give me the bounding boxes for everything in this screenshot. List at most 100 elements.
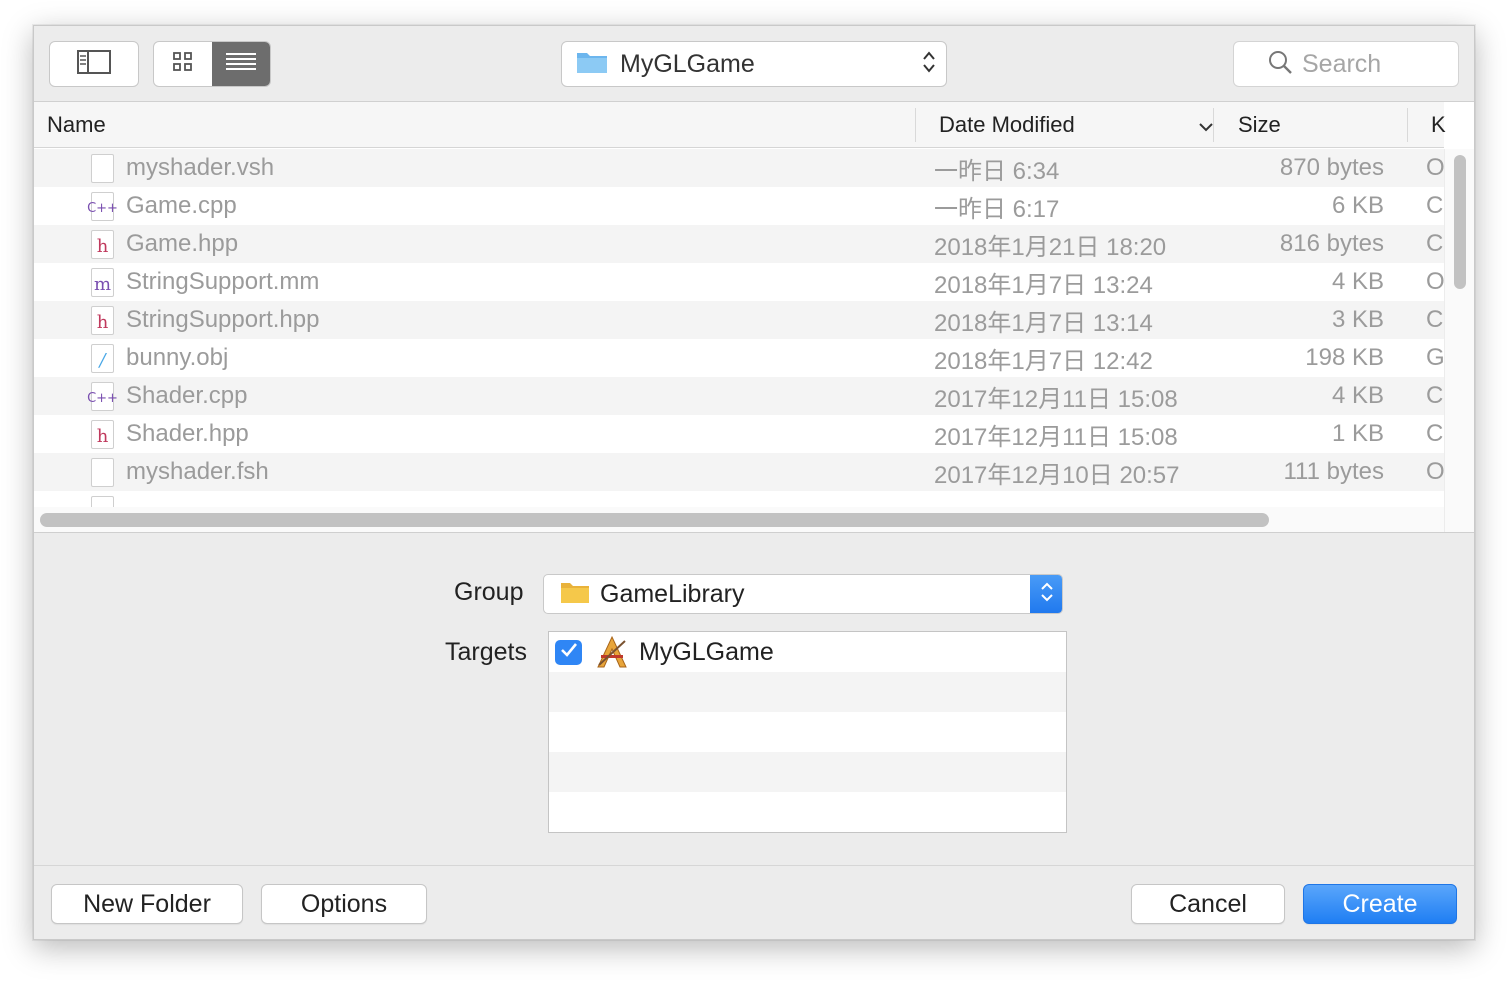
file-name: Shader.cpp — [126, 382, 248, 409]
file-name: StringSupport.hpp — [126, 306, 320, 333]
file-size: 1 KB — [1331, 420, 1384, 447]
file-list: myshader.vsh 一昨日 6:34 870 bytes O C++ Ga… — [34, 149, 1444, 507]
file-row[interactable]: h Shader.hpp 2017年12月11日 15:08 1 KB C — [34, 415, 1444, 453]
new-folder-button[interactable]: New Folder — [51, 884, 243, 924]
file-row[interactable]: myshader.fsh 2017年12月10日 20:57 111 bytes… — [34, 453, 1444, 491]
location-popup[interactable]: MyGLGame — [561, 41, 947, 87]
header-file-icon: h — [91, 306, 114, 335]
target-row-empty — [549, 712, 1066, 752]
blank-document-icon — [91, 458, 114, 487]
column-name[interactable]: Name — [47, 102, 106, 148]
column-header: Name Date Modified Size K — [34, 102, 1446, 148]
group-label: Group — [454, 578, 524, 606]
column-date-label: Date Modified — [939, 112, 1075, 137]
column-divider[interactable] — [1407, 108, 1408, 142]
file-name: Game.cpp — [126, 192, 237, 219]
file-row[interactable]: h StringSupport.hpp 2018年1月7日 13:14 3 KB… — [34, 301, 1444, 339]
file-date: 一昨日 6:17 — [934, 195, 1060, 223]
file-size: 198 KB — [1305, 344, 1384, 371]
sidebar-icon — [77, 49, 111, 79]
horizontal-scrollbar[interactable] — [34, 507, 1444, 532]
updown-chevron-icon — [1040, 580, 1054, 609]
file-kind: O — [1426, 268, 1444, 295]
header-file-icon: h — [91, 420, 114, 449]
file-name: myshader.vsh — [126, 154, 275, 181]
footer-bar: New Folder Options Cancel Create — [34, 865, 1474, 939]
file-date: 2017年12月11日 15:08 — [934, 385, 1178, 413]
obj-file-icon: / — [91, 344, 114, 373]
file-name: bunny.obj — [126, 344, 229, 371]
file-kind: C — [1426, 382, 1444, 409]
target-row-empty — [549, 792, 1066, 832]
column-size[interactable]: Size — [1238, 102, 1281, 148]
file-kind: O — [1426, 458, 1444, 485]
group-popup[interactable]: GameLibrary — [543, 574, 1063, 614]
file-size: 4 KB — [1331, 382, 1384, 409]
vertical-scrollbar[interactable] — [1444, 149, 1474, 532]
file-row[interactable]: h Game.hpp 2018年1月21日 18:20 816 bytes C — [34, 225, 1444, 263]
file-row[interactable]: C++ Shader.cpp 2017年12月11日 15:08 4 KB C — [34, 377, 1444, 415]
options-panel: Group GameLibrary Targets MyGLGame — [34, 534, 1474, 865]
file-date: 2018年1月7日 13:14 — [934, 309, 1153, 337]
target-checkbox[interactable] — [555, 640, 582, 665]
group-folder-icon — [560, 580, 590, 609]
target-row-empty — [549, 672, 1066, 712]
targets-label: Targets — [445, 638, 527, 666]
app-target-icon — [595, 635, 629, 674]
target-name: MyGLGame — [639, 637, 774, 666]
file-size: 6 KB — [1331, 192, 1384, 219]
objc-file-icon: m — [91, 268, 114, 297]
file-date: 2017年12月11日 15:08 — [934, 423, 1178, 451]
file-date: 2018年1月7日 12:42 — [934, 347, 1153, 375]
file-name: Game.hpp — [126, 230, 239, 257]
targets-list: MyGLGame — [548, 631, 1067, 833]
file-name: Shader.hpp — [126, 420, 249, 447]
location-label: MyGLGame — [620, 49, 755, 78]
file-kind: C — [1426, 306, 1444, 333]
file-browser: Name Date Modified Size K myshader.vsh 一… — [34, 102, 1474, 533]
grid-icon — [172, 51, 194, 78]
file-row[interactable] — [34, 491, 1444, 507]
file-row[interactable]: C++ Game.cpp 一昨日 6:17 6 KB C — [34, 187, 1444, 225]
icon-view-button[interactable] — [154, 42, 212, 86]
blank-document-icon — [91, 154, 114, 183]
column-divider[interactable] — [915, 108, 916, 142]
file-row[interactable]: myshader.vsh 一昨日 6:34 870 bytes O — [34, 149, 1444, 187]
file-size: 3 KB — [1331, 306, 1384, 333]
cpp-file-icon: C++ — [87, 192, 118, 221]
group-popup-arrow[interactable] — [1030, 575, 1062, 613]
target-row[interactable]: MyGLGame — [549, 632, 1066, 672]
list-view-button[interactable] — [212, 42, 270, 86]
horizontal-scroll-thumb[interactable] — [40, 513, 1269, 527]
vertical-scroll-thumb[interactable] — [1454, 155, 1466, 289]
file-date: 一昨日 6:34 — [934, 157, 1060, 185]
toolbar: MyGLGame Search — [34, 26, 1474, 102]
sidebar-toggle-button[interactable] — [49, 41, 139, 87]
file-size: 870 bytes — [1279, 154, 1384, 181]
file-row[interactable]: m StringSupport.mm 2018年1月7日 13:24 4 KB … — [34, 263, 1444, 301]
file-row[interactable]: / bunny.obj 2018年1月7日 12:42 198 KB G — [34, 339, 1444, 377]
list-icon — [226, 52, 256, 77]
header-file-icon: h — [91, 230, 114, 259]
search-field[interactable]: Search — [1233, 41, 1459, 87]
file-size: 4 KB — [1331, 268, 1384, 295]
column-divider[interactable] — [1213, 108, 1214, 142]
file-name: StringSupport.mm — [126, 268, 320, 295]
cancel-button[interactable]: Cancel — [1131, 884, 1285, 924]
create-button[interactable]: Create — [1303, 884, 1457, 924]
column-kind[interactable]: K — [1431, 102, 1446, 148]
search-icon — [1268, 50, 1292, 79]
options-button[interactable]: Options — [261, 884, 427, 924]
search-placeholder: Search — [1302, 49, 1382, 78]
file-size: 816 bytes — [1279, 230, 1384, 257]
file-date: 2018年1月21日 18:20 — [934, 233, 1167, 261]
file-kind: G — [1426, 344, 1444, 371]
column-date-modified[interactable]: Date Modified — [939, 102, 1214, 148]
file-name: myshader.fsh — [126, 458, 269, 485]
save-dialog: MyGLGame Search Name Date Modified Size — [33, 25, 1475, 940]
file-kind: C — [1426, 230, 1444, 257]
view-mode-segmented-control — [153, 41, 271, 87]
file-size: 111 bytes — [1283, 458, 1384, 485]
target-row-empty — [549, 752, 1066, 792]
sort-chevron-icon — [1198, 112, 1214, 138]
